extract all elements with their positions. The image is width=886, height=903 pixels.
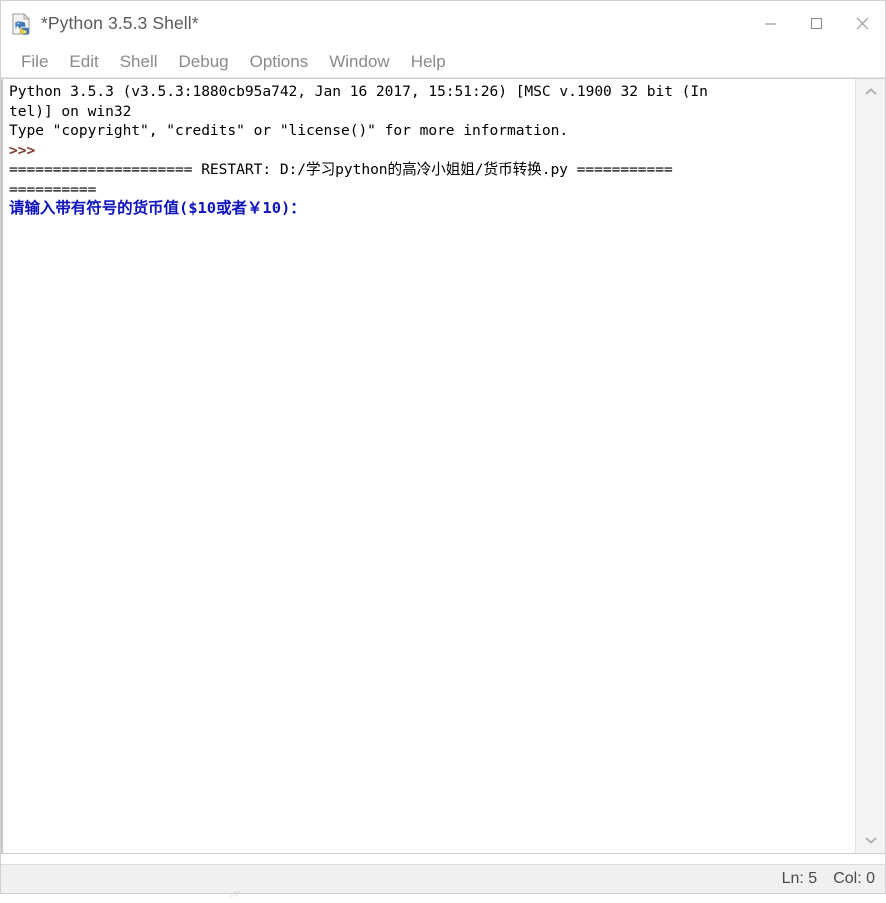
- vertical-scrollbar[interactable]: [855, 79, 885, 853]
- resize-grip[interactable]: [229, 885, 245, 898]
- menu-item-edit[interactable]: Edit: [59, 51, 109, 73]
- shell-prompt-line: >>>: [9, 141, 44, 159]
- menu-item-help[interactable]: Help: [401, 51, 457, 73]
- status-bar: Ln: 5 Col: 0: [1, 864, 885, 898]
- menu-item-file[interactable]: File: [11, 51, 59, 73]
- python-idle-icon: [10, 12, 34, 36]
- status-column-number: Col: 0: [833, 870, 875, 887]
- shell-restart-line: ===================== RESTART: D:/学习pyth…: [9, 161, 673, 178]
- shell-line: Type "copyright", "credits" or "license(…: [9, 122, 569, 139]
- shell-line: Python 3.5.3 (v3.5.3:1880cb95a742, Jan 1…: [9, 83, 708, 100]
- scroll-up-arrow[interactable]: [856, 79, 885, 105]
- title-bar: *Python 3.5.3 Shell*: [1, 1, 885, 46]
- menu-item-options[interactable]: Options: [240, 51, 320, 73]
- menu-item-shell[interactable]: Shell: [110, 51, 169, 73]
- scroll-down-arrow[interactable]: [856, 827, 885, 853]
- window-title: *Python 3.5.3 Shell*: [41, 13, 199, 33]
- shell-line: tel)] on win32: [9, 102, 132, 120]
- idle-shell-window: *Python 3.5.3 Shell* File Edit Shell Deb…: [0, 0, 886, 898]
- scrollbar-track[interactable]: [856, 105, 885, 827]
- shell-restart-line-wrap: ==========: [9, 180, 97, 198]
- maximize-button[interactable]: [793, 1, 839, 45]
- horizontal-scroll-region[interactable]: [1, 853, 885, 864]
- menu-item-debug[interactable]: Debug: [169, 51, 240, 73]
- window-controls: [747, 1, 885, 45]
- close-button[interactable]: [839, 1, 885, 45]
- menu-bar: File Edit Shell Debug Options Window Hel…: [1, 46, 885, 78]
- minimize-button[interactable]: [747, 1, 793, 45]
- menu-item-window[interactable]: Window: [319, 51, 400, 73]
- shell-body: Python 3.5.3 (v3.5.3:1880cb95a742, Jan 1…: [1, 78, 885, 853]
- shell-text-area[interactable]: Python 3.5.3 (v3.5.3:1880cb95a742, Jan 1…: [1, 79, 855, 853]
- shell-output-prompt: 请输入带有符号的货币值($10或者￥10)：: [9, 199, 306, 217]
- status-line-number: Ln: 5: [781, 870, 818, 887]
